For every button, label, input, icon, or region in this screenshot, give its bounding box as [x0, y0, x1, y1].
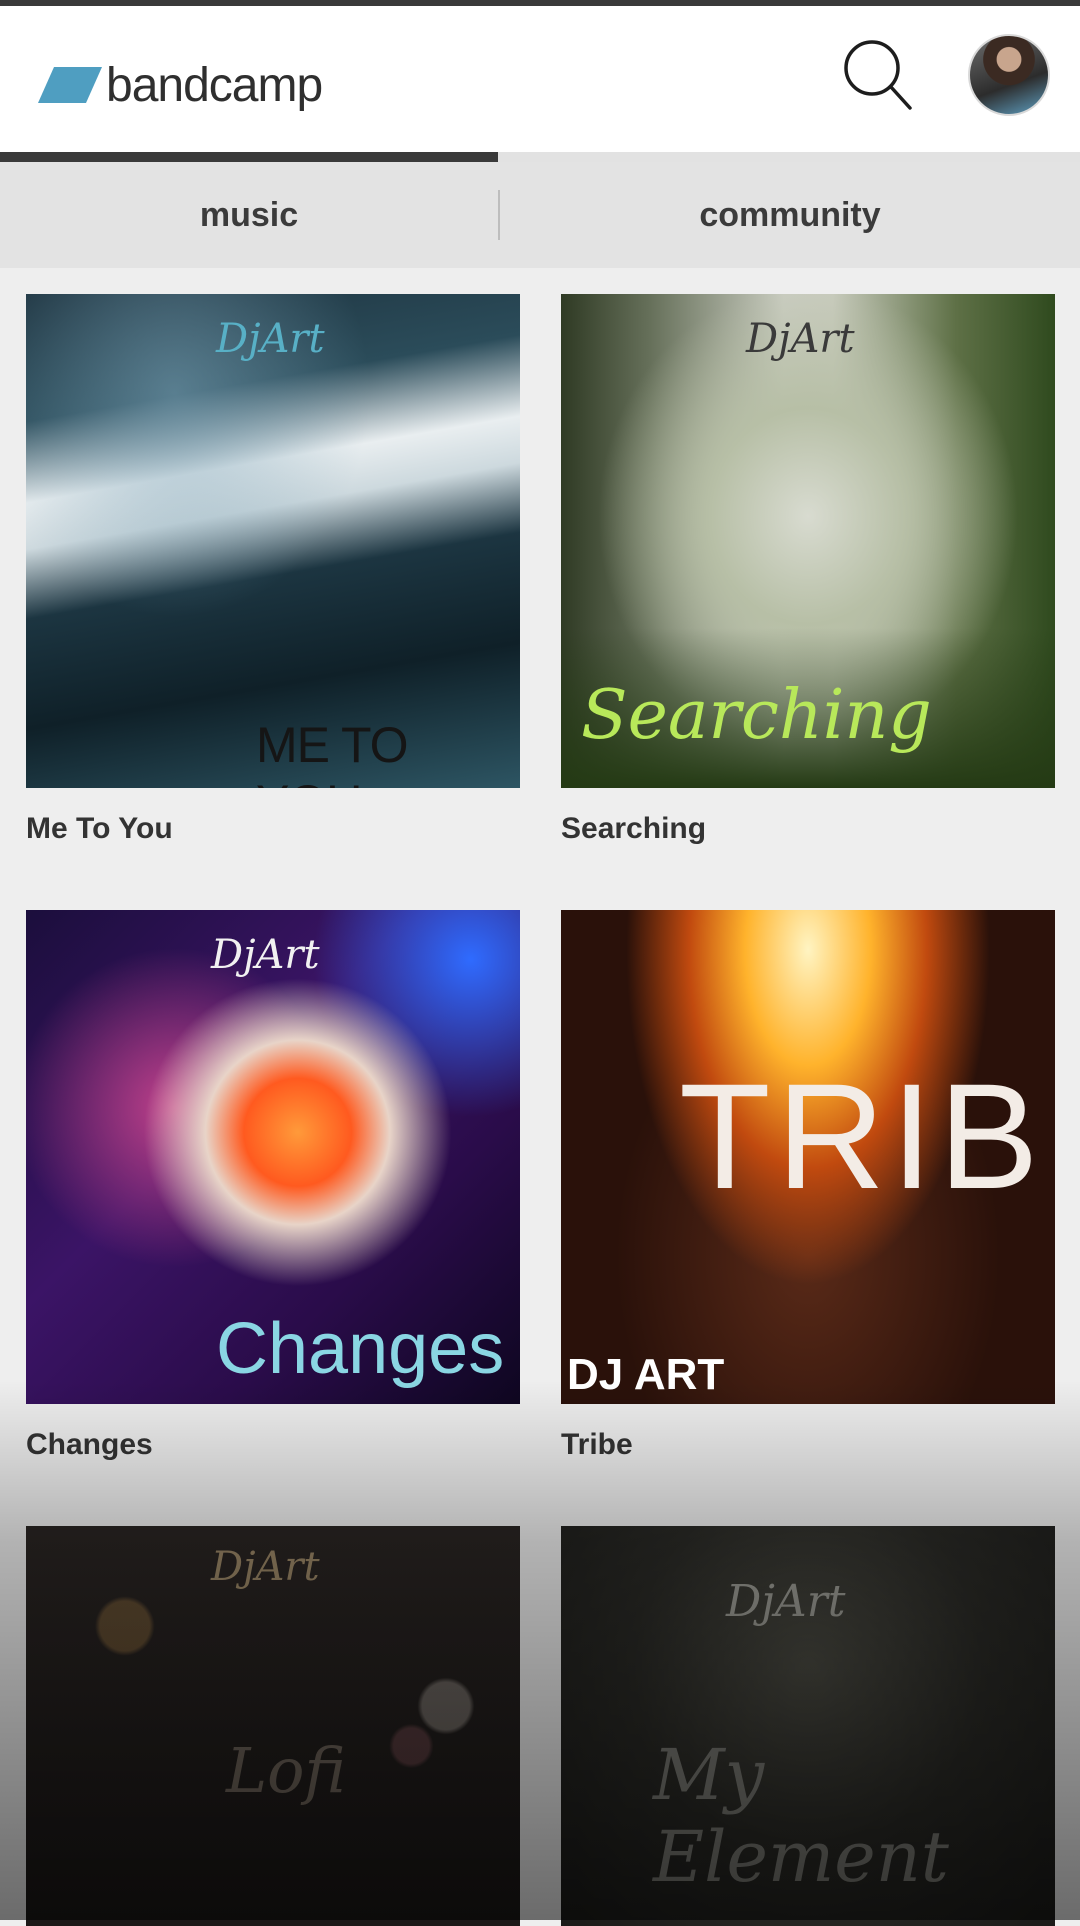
album-art: DjArt ME TO YOU: [26, 294, 520, 788]
album-art: TRIBE DJ ART: [561, 910, 1055, 1404]
album-card[interactable]: DjArt My Element: [561, 1526, 1055, 1926]
album-card[interactable]: DjArt Changes Changes: [26, 910, 520, 1462]
album-title: Me To You: [26, 812, 173, 845]
logo-wordmark: bandcamp: [106, 58, 323, 112]
album-title: Searching: [561, 812, 707, 845]
album-art-text: Lofi: [226, 1734, 346, 1807]
album-art: DjArt My Element: [561, 1526, 1055, 1926]
album-art-text: ME TO YOU: [256, 717, 409, 788]
bandcamp-mark-icon: [38, 67, 102, 103]
album-art-logo: DjArt: [746, 316, 855, 362]
album-art-badge: DJ ART: [567, 1350, 725, 1399]
tab-community[interactable]: community: [500, 196, 1080, 235]
album-art-logo: DjArt: [216, 316, 325, 362]
album-art-text: My Element: [653, 1734, 949, 1898]
album-title: Changes: [26, 1428, 153, 1461]
album-art-text: Changes: [216, 1309, 505, 1389]
album-art: DjArt Lofi: [26, 1526, 520, 1926]
album-art-logo: DjArt: [211, 1544, 320, 1590]
tab-bar: music community: [0, 162, 1080, 268]
album-art-logo: DjArt: [211, 932, 320, 978]
album-card[interactable]: DjArt Searching Searching: [561, 294, 1055, 846]
album-card[interactable]: TRIBE DJ ART Tribe: [561, 910, 1055, 1462]
tab-music[interactable]: music: [0, 196, 498, 235]
user-avatar[interactable]: [968, 34, 1050, 116]
album-title: Tribe: [561, 1428, 633, 1461]
album-card[interactable]: DjArt Lofi: [26, 1526, 520, 1926]
album-art-logo: DjArt: [726, 1576, 846, 1627]
bandcamp-logo[interactable]: bandcamp: [36, 50, 323, 120]
tab-active-indicator: [0, 152, 498, 162]
album-art-text: TRIBE: [679, 1052, 1055, 1220]
app-header: bandcamp: [0, 6, 1080, 152]
album-art: DjArt Searching: [561, 294, 1055, 788]
search-icon: [844, 40, 912, 110]
album-card[interactable]: DjArt ME TO YOU Me To You: [26, 294, 520, 846]
search-button[interactable]: [840, 36, 920, 116]
album-art-text: Searching: [581, 676, 932, 755]
album-art: DjArt Changes: [26, 910, 520, 1404]
